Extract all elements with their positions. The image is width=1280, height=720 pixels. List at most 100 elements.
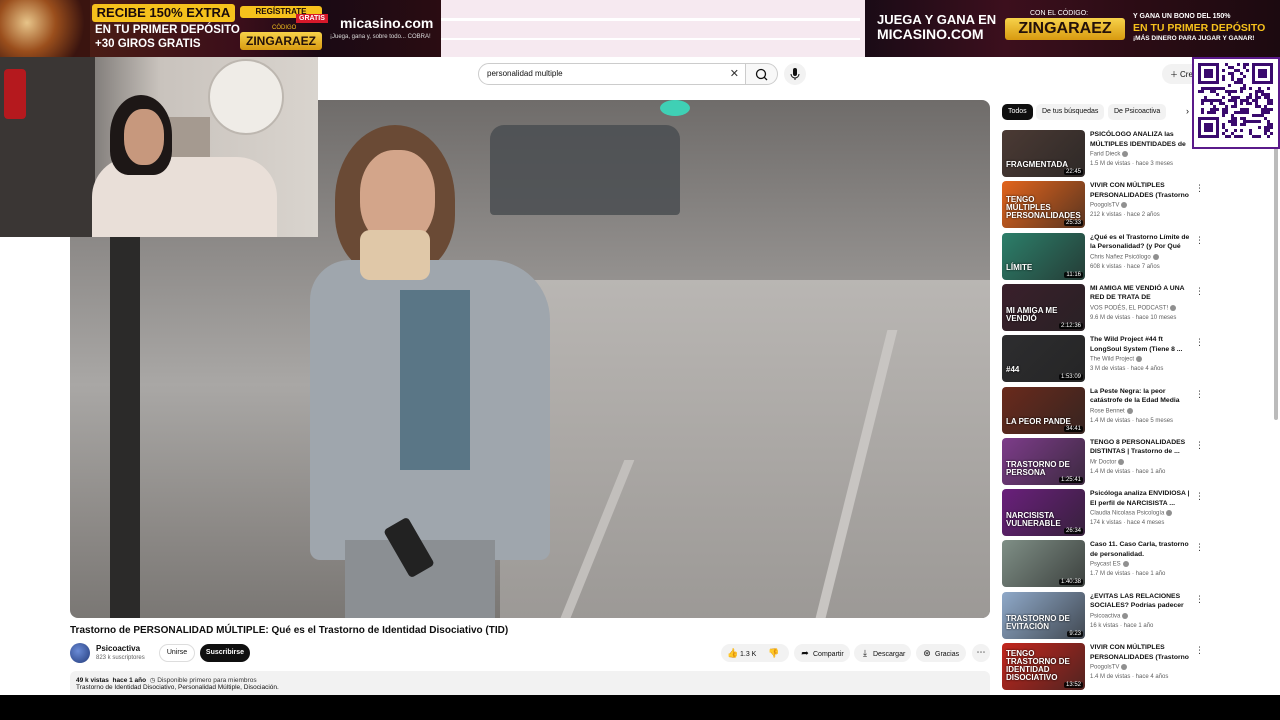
ad-line2: EN TU PRIMER DEPÓSITO	[95, 24, 240, 36]
video-thumbnail[interactable]: LA PEOR PANDE 34:41	[1002, 386, 1085, 434]
verified-icon	[1122, 561, 1129, 568]
subscribe-button[interactable]: Suscribirse	[200, 644, 250, 662]
webcam-overlay	[0, 57, 318, 237]
video-thumbnail[interactable]: MI AMIGA ME VENDIÓ 2:12:36	[1002, 283, 1085, 331]
more-actions-button[interactable]: ⋯	[972, 644, 990, 662]
verified-icon	[1170, 304, 1177, 311]
join-button[interactable]: Unirse	[159, 644, 195, 662]
thumbnail-text: NARCISISTA VULNERABLE	[1006, 511, 1061, 529]
video-thumbnail[interactable]: FRAGMENTADA 22:45	[1002, 130, 1085, 177]
recommendation-channel[interactable]: Psycast ES	[1090, 562, 1121, 568]
more-vert-icon[interactable]: ⋮	[1195, 491, 1204, 502]
ad-line3: +30 GIROS GRATIS	[95, 38, 201, 50]
recommendation-channel[interactable]: PoogolsTV	[1090, 203, 1119, 209]
recommendation-title[interactable]: MI AMIGA ME VENDIÓ A UNA RED DE TRATA DE…	[1090, 284, 1190, 303]
duration-badge: 13:52	[1063, 682, 1083, 688]
recommendation-item[interactable]: LA PEOR PANDE 34:41 La Peste Negra: la peo…	[1002, 386, 1204, 435]
ad-free: GRATIS	[296, 14, 328, 23]
like-count: 1.3 K	[740, 651, 757, 658]
chevron-right-icon[interactable]: ›	[1186, 106, 1189, 116]
recommendation-channel[interactable]: Mr Doctor	[1090, 459, 1116, 465]
description-box[interactable]: 49 k vistas hace 1 año ◷ Disponible prim…	[70, 671, 990, 695]
recommendation-title[interactable]: VIVIR CON MÚLTIPLES PERSONALIDADES (Tras…	[1090, 181, 1190, 200]
close-icon[interactable]: ✕	[730, 67, 739, 80]
recommendation-item[interactable]: LÍMITE 11:16 ¿Qué es el Trastorno Límite d…	[1002, 232, 1204, 281]
video-thumbnail[interactable]: TENGO MÚLTIPLES PERSONALIDADES 25:33	[1002, 181, 1085, 229]
recommendation-title[interactable]: PSICÓLOGO ANALIZA las MÚLTIPLES IDENTIDA…	[1090, 130, 1190, 149]
more-vert-icon[interactable]: ⋮	[1195, 645, 1204, 656]
recommendation-item[interactable]: MI AMIGA ME VENDIÓ 2:12:36 MI AMIGA ME VEN…	[1002, 283, 1204, 332]
recommendation-channel[interactable]: Farid Dieck	[1090, 152, 1120, 158]
recommendation-meta: 1.4 M de vistas · hace 4 años	[1090, 674, 1169, 680]
recommendation-channel[interactable]: Chris Nañez Psicólogo	[1090, 254, 1151, 260]
avatar[interactable]	[70, 643, 90, 663]
more-vert-icon[interactable]: ⋮	[1195, 183, 1204, 194]
recommendation-title[interactable]: Caso 11. Caso Carla, trastorno de person…	[1090, 540, 1190, 559]
video-thumbnail[interactable]: TRASTORNO DE PERSONA 1:25:41	[1002, 437, 1085, 485]
video-thumbnail[interactable]: 1:40:38	[1002, 540, 1085, 588]
recommendation-title[interactable]: TENGO 8 PERSONALIDADES DISTINTAS | Trast…	[1090, 438, 1190, 457]
casino-ad-left: RECIBE 150% EXTRA EN TU PRIMER DEPÓSITO …	[0, 0, 441, 57]
recommendation-item[interactable]: TENGO TRASTORNO DE IDENTIDAD DISOCIATIVO…	[1002, 643, 1204, 691]
share-button[interactable]: ➦ Compartir	[794, 644, 850, 662]
recommendation-item[interactable]: TENGO MÚLTIPLES PERSONALIDADES 25:33 VIVIR…	[1002, 181, 1204, 229]
more-vert-icon[interactable]: ⋮	[1195, 235, 1204, 246]
thumbnail-text: TENGO MÚLTIPLES PERSONALIDADES	[1006, 195, 1081, 221]
voice-search-button[interactable]	[784, 63, 806, 85]
duration-badge: 22:45	[1063, 169, 1083, 175]
download-button[interactable]: ⤓ Descargar	[854, 644, 911, 662]
recommendation-title[interactable]: The Wild Project #44 ft LongSoul System …	[1090, 335, 1190, 354]
recommendation-channel[interactable]: Psicoactiva	[1090, 613, 1120, 619]
thanks-button[interactable]: ⊛ Gracias	[916, 644, 966, 662]
recommendation-item[interactable]: FRAGMENTADA 22:45 PSICÓLOGO ANALIZA las MÚ…	[1002, 130, 1204, 178]
recommendation-meta: 174 k vistas · hace 4 meses	[1090, 520, 1165, 527]
more-vert-icon[interactable]: ⋮	[1195, 389, 1204, 400]
view-count: 49 k vistas	[76, 677, 109, 684]
thumbnail-text: TRASTORNO DE PERSONA	[1006, 459, 1070, 477]
more-vert-icon[interactable]: ⋮	[1195, 337, 1204, 348]
chip-todos[interactable]: Todos	[1002, 104, 1033, 120]
recommendation-item[interactable]: #44 1:53:09 The Wild Project #44 ft LongSo…	[1002, 335, 1204, 383]
video-frame-woman	[305, 120, 560, 618]
recommendation-channel[interactable]: Rose Bennet	[1090, 408, 1125, 414]
recommendation-meta: 1.4 M de vistas · hace 1 año	[1090, 468, 1166, 475]
more-vert-icon[interactable]: ⋮	[1195, 440, 1204, 451]
download-icon: ⤓	[863, 648, 867, 658]
recommendation-item[interactable]: NARCISISTA VULNERABLE 26:34 Psicóloga anal…	[1002, 489, 1204, 537]
recommendation-item[interactable]: 1:40:38 Caso 11. Caso Carla, trastorno de…	[1002, 540, 1204, 588]
recommendation-title[interactable]: Psicóloga analiza ENVIDIOSA | El perfil …	[1090, 489, 1190, 508]
more-vert-icon[interactable]: ⋮	[1195, 286, 1204, 297]
video-thumbnail[interactable]: TRASTORNO DE EVITACIÓN 9:23	[1002, 591, 1085, 639]
thumbs-down-icon[interactable]: 👎	[768, 644, 779, 662]
ad-right-code: ZINGARAEZ	[1005, 18, 1125, 40]
recommendation-title[interactable]: ¿EVITAS LAS RELACIONES SOCIALES? Podrías…	[1090, 592, 1190, 611]
more-vert-icon[interactable]: ⋮	[1195, 542, 1204, 553]
video-thumbnail[interactable]: NARCISISTA VULNERABLE 26:34	[1002, 489, 1085, 537]
search-input[interactable]: personalidad multiple	[487, 69, 563, 78]
recommendation-channel[interactable]: Claudia Nicolasa Psicología	[1090, 511, 1164, 517]
thumbs-up-icon: 👍	[727, 648, 739, 658]
chip-de-psicoactiva[interactable]: De Psicoactiva	[1108, 104, 1167, 120]
channel-name[interactable]: Psicoactiva	[96, 644, 140, 653]
recommendation-title[interactable]: La Peste Negra: la peor catástrofe de la…	[1090, 387, 1190, 406]
video-thumbnail[interactable]: LÍMITE 11:16	[1002, 232, 1085, 280]
recommendation-meta: 16 k vistas · hace 1 año	[1090, 622, 1154, 629]
thanks-icon: ⊛	[923, 648, 931, 658]
chip-de-tus-busquedas[interactable]: De tus búsquedas	[1036, 104, 1105, 120]
like-dislike-group[interactable]: 👍 1.3 K 👎	[721, 644, 789, 662]
search-bar[interactable]: personalidad multiple ✕	[478, 63, 746, 85]
recommendation-item[interactable]: TRASTORNO DE EVITACIÓN 9:23 ¿EVITAS LAS RE…	[1002, 591, 1204, 640]
recommendation-title[interactable]: ¿Qué es el Trastorno Límite de la Person…	[1090, 233, 1190, 252]
ad-headline: RECIBE 150% EXTRA	[92, 4, 235, 22]
recommendation-channel[interactable]: The Wild Project	[1090, 357, 1134, 363]
recommendation-channel[interactable]: VOS PODÉS, EL PODCAST!	[1090, 305, 1168, 311]
recommendation-title[interactable]: VIVIR CON MÚLTIPLES PERSONALIDADES (Tras…	[1090, 643, 1190, 662]
recommendation-channel[interactable]: PoogolsTV	[1090, 665, 1119, 671]
video-thumbnail[interactable]: TENGO TRASTORNO DE IDENTIDAD DISOCIATIVO…	[1002, 643, 1085, 690]
duration-badge: 1:25:41	[1058, 476, 1083, 483]
video-thumbnail[interactable]: #44 1:53:09	[1002, 335, 1085, 383]
recommendation-meta: 212 k vistas · hace 2 años	[1090, 212, 1160, 219]
recommendation-item[interactable]: TRASTORNO DE PERSONA 1:25:41 TENGO 8 PERSO…	[1002, 437, 1204, 486]
search-button[interactable]	[746, 63, 778, 85]
more-vert-icon[interactable]: ⋮	[1195, 594, 1204, 605]
